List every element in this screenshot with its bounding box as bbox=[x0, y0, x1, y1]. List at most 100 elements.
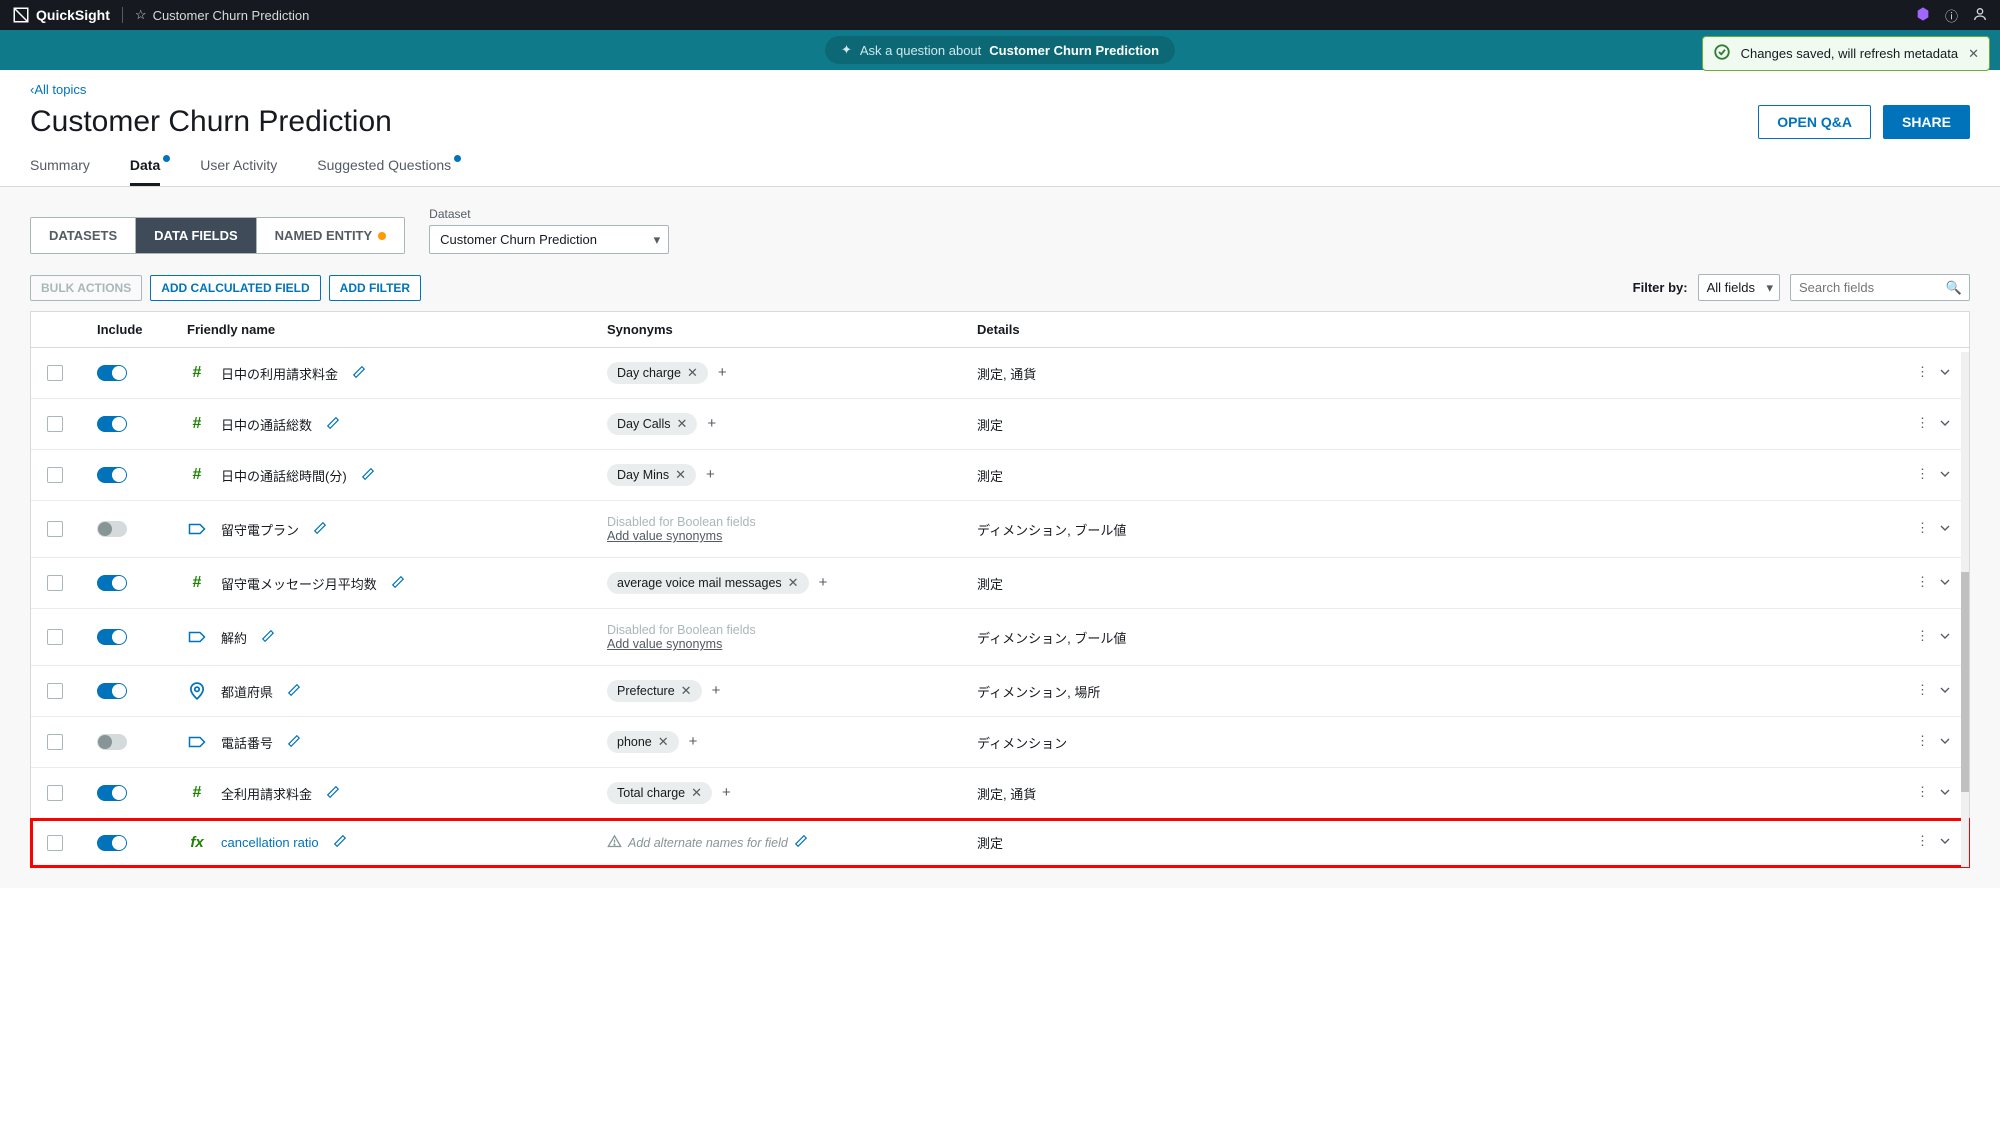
chevron-down-icon[interactable] bbox=[1937, 466, 1953, 485]
subtab-datasets[interactable]: DATASETS bbox=[31, 218, 136, 253]
add-synonym-icon[interactable]: + bbox=[706, 466, 715, 483]
remove-chip-icon[interactable]: ✕ bbox=[788, 575, 799, 591]
scrollbar[interactable] bbox=[1961, 352, 1969, 867]
include-toggle[interactable] bbox=[97, 734, 127, 750]
remove-chip-icon[interactable]: ✕ bbox=[691, 785, 702, 801]
app-logo[interactable]: QuickSight bbox=[12, 6, 110, 24]
more-icon[interactable]: ⋮ bbox=[1916, 784, 1929, 803]
include-toggle[interactable] bbox=[97, 575, 127, 591]
row-checkbox[interactable] bbox=[47, 785, 63, 801]
chevron-down-icon[interactable] bbox=[1937, 628, 1953, 647]
close-icon[interactable]: ✕ bbox=[1968, 46, 1979, 62]
row-checkbox[interactable] bbox=[47, 734, 63, 750]
chevron-down-icon[interactable] bbox=[1937, 415, 1953, 434]
scrollbar-thumb[interactable] bbox=[1961, 572, 1969, 792]
field-details: ディメンション bbox=[977, 733, 1893, 752]
edit-icon[interactable] bbox=[333, 834, 347, 851]
field-name[interactable]: cancellation ratio bbox=[221, 835, 319, 850]
add-synonym-icon[interactable]: + bbox=[707, 415, 716, 432]
share-button[interactable]: SHARE bbox=[1883, 105, 1970, 139]
add-value-synonyms-link[interactable]: Add value synonyms bbox=[607, 637, 977, 651]
tab-data[interactable]: Data bbox=[130, 157, 160, 186]
breadcrumb-link[interactable]: ‹All topics bbox=[30, 82, 86, 97]
edit-icon[interactable] bbox=[352, 365, 366, 382]
favorite-icon[interactable]: ☆ bbox=[135, 7, 147, 23]
more-icon[interactable]: ⋮ bbox=[1916, 415, 1929, 434]
include-toggle[interactable] bbox=[97, 365, 127, 381]
open-qa-button[interactable]: OPEN Q&A bbox=[1758, 105, 1871, 139]
more-icon[interactable]: ⋮ bbox=[1916, 628, 1929, 647]
include-toggle[interactable] bbox=[97, 683, 127, 699]
edit-icon[interactable] bbox=[287, 683, 301, 700]
tab-suggested-questions[interactable]: Suggested Questions bbox=[317, 157, 451, 186]
chevron-down-icon[interactable] bbox=[1937, 682, 1953, 701]
chevron-down-icon[interactable] bbox=[1937, 733, 1953, 752]
more-icon[interactable]: ⋮ bbox=[1916, 574, 1929, 593]
dataset-select[interactable]: Customer Churn Prediction bbox=[429, 225, 669, 254]
row-checkbox[interactable] bbox=[47, 575, 63, 591]
chevron-down-icon[interactable] bbox=[1937, 364, 1953, 383]
include-toggle[interactable] bbox=[97, 629, 127, 645]
chevron-down-icon[interactable] bbox=[1937, 784, 1953, 803]
more-icon[interactable]: ⋮ bbox=[1916, 833, 1929, 852]
edit-icon[interactable] bbox=[361, 467, 375, 484]
edit-icon[interactable] bbox=[326, 416, 340, 433]
ask-pill[interactable]: ✦ Ask a question about Customer Churn Pr… bbox=[825, 36, 1175, 64]
include-toggle[interactable] bbox=[97, 467, 127, 483]
tab-summary[interactable]: Summary bbox=[30, 157, 90, 186]
row-checkbox[interactable] bbox=[47, 835, 63, 851]
edit-icon[interactable] bbox=[261, 629, 275, 646]
chevron-down-icon[interactable] bbox=[1937, 520, 1953, 539]
user-icon[interactable] bbox=[1972, 6, 1988, 25]
chevron-down-icon[interactable] bbox=[1937, 574, 1953, 593]
save-toast: Changes saved, will refresh metadata ✕ bbox=[1702, 36, 1990, 71]
edit-icon[interactable] bbox=[326, 785, 340, 802]
more-icon[interactable]: ⋮ bbox=[1916, 733, 1929, 752]
row-checkbox[interactable] bbox=[47, 467, 63, 483]
row-checkbox[interactable] bbox=[47, 629, 63, 645]
edit-icon[interactable] bbox=[313, 521, 327, 538]
more-icon[interactable]: ⋮ bbox=[1916, 364, 1929, 383]
add-synonym-icon[interactable]: + bbox=[712, 682, 721, 699]
more-icon[interactable]: ⋮ bbox=[1916, 682, 1929, 701]
synonym-chip: Day Mins ✕ bbox=[607, 464, 696, 486]
row-checkbox[interactable] bbox=[47, 416, 63, 432]
dataset-label: Dataset bbox=[429, 207, 669, 221]
divider bbox=[122, 7, 123, 23]
help-icon[interactable]: ⓘ bbox=[1945, 6, 1958, 25]
remove-chip-icon[interactable]: ✕ bbox=[687, 365, 698, 381]
tab-user-activity[interactable]: User Activity bbox=[200, 157, 277, 186]
hex-icon[interactable] bbox=[1915, 6, 1931, 25]
subtab-data-fields[interactable]: DATA FIELDS bbox=[136, 218, 257, 253]
add-synonym-icon[interactable]: + bbox=[819, 574, 828, 591]
include-toggle[interactable] bbox=[97, 785, 127, 801]
include-toggle[interactable] bbox=[97, 521, 127, 537]
chevron-down-icon[interactable] bbox=[1937, 833, 1953, 852]
edit-icon[interactable] bbox=[287, 734, 301, 751]
add-value-synonyms-link[interactable]: Add value synonyms bbox=[607, 529, 977, 543]
remove-chip-icon[interactable]: ✕ bbox=[675, 467, 686, 483]
add-synonym-icon[interactable]: + bbox=[722, 784, 731, 801]
include-toggle[interactable] bbox=[97, 835, 127, 851]
edit-icon[interactable] bbox=[391, 575, 405, 592]
subtab-named-entity[interactable]: NAMED ENTITY bbox=[257, 218, 405, 253]
edit-icon[interactable] bbox=[794, 834, 808, 851]
add-calculated-field-button[interactable]: ADD CALCULATED FIELD bbox=[150, 275, 320, 301]
add-synonym-icon[interactable]: + bbox=[689, 733, 698, 750]
row-checkbox[interactable] bbox=[47, 521, 63, 537]
row-checkbox[interactable] bbox=[47, 365, 63, 381]
more-icon[interactable]: ⋮ bbox=[1916, 466, 1929, 485]
more-icon[interactable]: ⋮ bbox=[1916, 520, 1929, 539]
include-toggle[interactable] bbox=[97, 416, 127, 432]
remove-chip-icon[interactable]: ✕ bbox=[681, 683, 692, 699]
remove-chip-icon[interactable]: ✕ bbox=[658, 734, 669, 750]
add-filter-button[interactable]: ADD FILTER bbox=[329, 275, 421, 301]
filter-by-select[interactable]: All fields bbox=[1698, 274, 1780, 301]
toast-message: Changes saved, will refresh metadata bbox=[1741, 46, 1959, 61]
table-row: #日中の通話総時間(分) Day Mins ✕+測定⋮ bbox=[31, 450, 1969, 501]
row-checkbox[interactable] bbox=[47, 683, 63, 699]
remove-chip-icon[interactable]: ✕ bbox=[677, 416, 688, 432]
add-synonym-icon[interactable]: + bbox=[718, 364, 727, 381]
synonym-chip: phone ✕ bbox=[607, 731, 679, 753]
search-input[interactable] bbox=[1790, 274, 1970, 301]
